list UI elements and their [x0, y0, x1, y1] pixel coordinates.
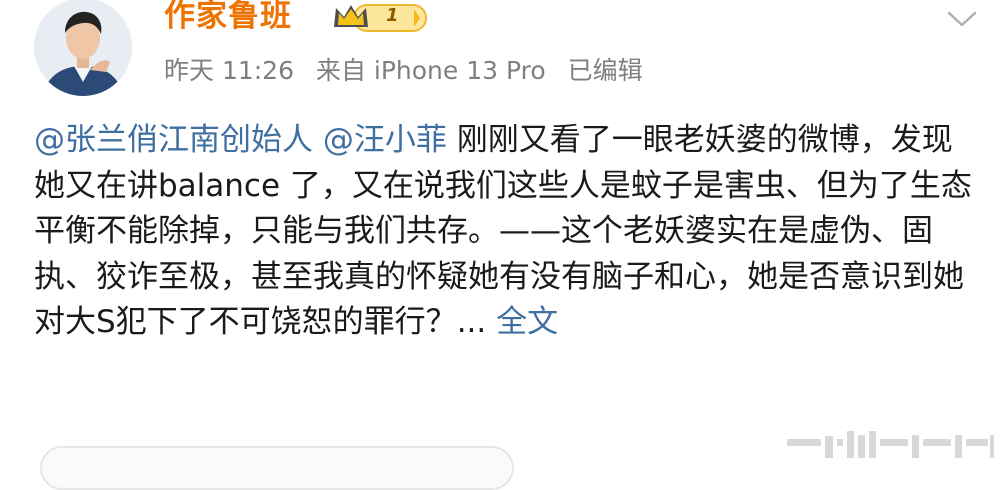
post-source: 来自 iPhone 13 Pro	[315, 56, 546, 85]
post-header: 作家鲁班 1 昨天 11:26 来自 iPhone 13 Pro 已编辑	[0, 0, 1004, 110]
ellipsis: ...	[456, 304, 497, 340]
author-name[interactable]: 作家鲁班	[164, 0, 292, 36]
vip-badge[interactable]: 1	[332, 1, 428, 33]
quoted-card[interactable]	[40, 446, 514, 490]
chevron-down-icon[interactable]	[946, 10, 978, 30]
edited-label[interactable]: 已编辑	[568, 56, 643, 85]
vip-level: 1	[386, 5, 399, 26]
post-time: 昨天 11:26	[164, 56, 294, 85]
read-more-link[interactable]: 全文	[496, 304, 558, 340]
crown-icon	[334, 4, 427, 32]
mention-link[interactable]: @张兰俏江南创始人	[34, 122, 313, 158]
post-meta: 昨天 11:26 来自 iPhone 13 Pro 已编辑	[164, 54, 657, 88]
mention-link[interactable]: @汪小菲	[323, 122, 447, 158]
post-content: @张兰俏江南创始人 @汪小菲 刚刚又看了一眼老妖婆的微博，发现她又在讲balan…	[34, 118, 979, 346]
avatar-photo	[34, 0, 132, 96]
avatar[interactable]	[34, 0, 132, 96]
watermark-logo	[787, 431, 994, 458]
